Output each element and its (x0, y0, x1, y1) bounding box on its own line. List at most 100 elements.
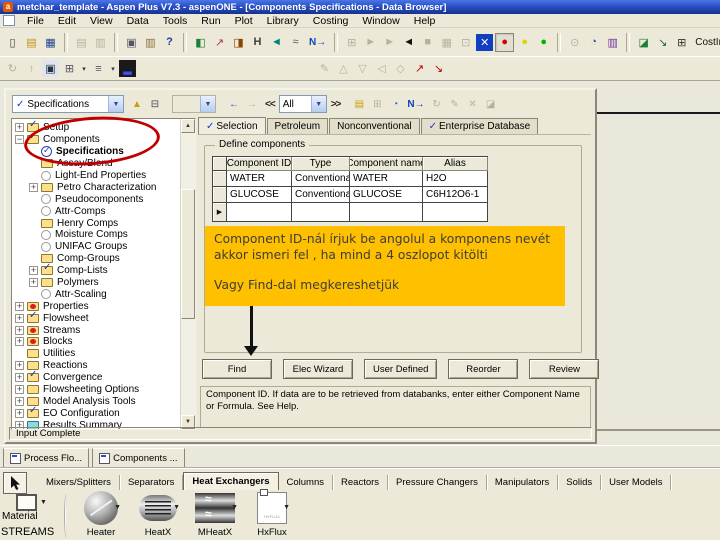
toolbar-icon[interactable]: ◧ (192, 34, 209, 51)
library-tab[interactable]: Pressure Changers (388, 475, 487, 490)
toolbar-icon[interactable]: ◇ (392, 60, 409, 77)
tree-item[interactable]: Pseudocomponents (12, 193, 180, 205)
toolbar-icon[interactable]: ◨ (230, 34, 247, 51)
library-tab[interactable]: Manipulators (487, 475, 559, 490)
menu-item[interactable]: View (83, 15, 120, 27)
cell-component-id[interactable] (227, 203, 292, 222)
cell-type[interactable]: Conventional (292, 187, 350, 203)
toolbar-icon[interactable]: ▽ (354, 60, 371, 77)
tree-expander-icon[interactable] (15, 313, 24, 323)
toolbar-icon[interactable]: ▣ (123, 34, 140, 51)
toolbar-icon[interactable]: ▯ (4, 34, 21, 51)
tree-item[interactable]: Convergence (12, 369, 180, 384)
toolbar-icon[interactable]: ⊞ (673, 34, 690, 51)
toolbar-icon[interactable]: ▥ (92, 34, 109, 51)
toolbar-icon[interactable]: ⊙ (566, 34, 583, 51)
window-tab[interactable]: Components ... (92, 448, 185, 468)
menu-item[interactable]: Window (355, 15, 406, 27)
toolbar-icon[interactable]: ▾ (109, 60, 117, 77)
toolbar-icon[interactable]: ◄ (400, 34, 417, 51)
action-button[interactable]: User Defined (364, 359, 438, 379)
cell-type[interactable] (292, 203, 350, 222)
library-tab[interactable]: Columns (279, 475, 334, 490)
toolbar-icon[interactable]: ◄ (268, 34, 285, 51)
toolbar-icon[interactable]: ▤ (351, 96, 367, 112)
sheet-tab[interactable]: ✓ Enterprise Database (420, 118, 539, 135)
chevron-down-icon[interactable]: ▼ (283, 504, 290, 511)
toolbar-icon[interactable]: ✎ (447, 96, 463, 112)
tree-expander-icon[interactable] (15, 337, 24, 347)
tree-item[interactable]: Comp-Lists (12, 262, 180, 277)
toolbar-icon[interactable]: CostIn (692, 34, 720, 51)
action-button[interactable]: Elec Wizard (283, 359, 353, 379)
toolbar-icon[interactable]: ↻ (429, 96, 445, 112)
tree-item[interactable]: Flowsheeting Options (12, 384, 180, 396)
chevron-down-icon[interactable]: ▼ (173, 504, 180, 511)
cell-component-name[interactable] (350, 203, 423, 222)
column-header[interactable]: Component ID (227, 157, 292, 171)
tree-scrollbar[interactable]: ▲ ▼ (180, 119, 195, 429)
model-item[interactable]: ▼ Heater (74, 490, 128, 538)
toolbar-icon[interactable]: ? (161, 34, 178, 51)
streams-selector[interactable]: ▼ Material STREAMS (0, 491, 62, 540)
tree-item[interactable]: EO Configuration (12, 405, 180, 419)
chevron-down-icon[interactable]: ▼ (231, 504, 238, 511)
toolbar-icon[interactable]: ▤ (23, 34, 40, 51)
toolbar-icon[interactable]: ▂ (119, 60, 136, 77)
cell-component-id[interactable]: GLUCOSE (227, 187, 292, 203)
sheet-tab[interactable]: ✓ Petroleum (266, 118, 329, 135)
toolbar-icon[interactable]: ◔ (585, 34, 602, 51)
cell-type[interactable]: Conventional (292, 171, 350, 187)
menu-item[interactable]: Costing (306, 15, 356, 27)
toolbar-icon[interactable]: H (249, 34, 266, 51)
cell-alias[interactable] (423, 203, 488, 222)
toolbar-icon[interactable]: ◪ (635, 34, 652, 51)
model-icon[interactable]: ▼ (84, 490, 121, 526)
tree-expander-icon[interactable] (15, 396, 24, 406)
tree-item[interactable]: Moisture Comps (12, 229, 180, 241)
toolbar-icon[interactable]: ≈ (287, 34, 304, 51)
prev-sheet-button[interactable]: << (261, 99, 279, 110)
column-header[interactable]: Type (292, 157, 350, 171)
tree-item[interactable]: Attr-Comps (12, 205, 180, 217)
toolbar-icon[interactable]: ▣ (42, 60, 59, 77)
column-header[interactable]: Component name (350, 157, 423, 171)
toolbar-icon[interactable] (557, 32, 562, 52)
scroll-up-icon[interactable]: ▲ (181, 119, 195, 133)
material-stream-icon[interactable] (16, 494, 37, 511)
toolbar-icon[interactable]: ✕ (465, 96, 481, 112)
toolbar-icon[interactable]: ✕ (476, 33, 494, 51)
model-item[interactable]: HXFLUX ▼ HxFlux (245, 489, 299, 538)
tree-expander-icon[interactable] (15, 408, 24, 418)
toolbar-icon[interactable]: ⊟ (147, 96, 163, 112)
navigation-dropdown[interactable]: ✓ Specifications ▼ (12, 95, 124, 113)
toolbar-icon[interactable]: ≡ (90, 60, 107, 77)
sheet-tab[interactable]: ✓ Nonconventional (329, 118, 420, 135)
cell-component-name[interactable]: GLUCOSE (350, 187, 423, 203)
toolbar-icon[interactable]: ▥ (604, 34, 621, 51)
toolbar-icon[interactable]: ► (362, 34, 379, 51)
next-sheet-button[interactable]: >> (327, 99, 345, 110)
action-button[interactable]: Reorder (448, 359, 519, 379)
tree-item[interactable]: Henry Comps (12, 217, 180, 229)
tree-expander-icon[interactable] (15, 123, 24, 133)
model-icon[interactable]: ▼ (139, 490, 180, 526)
cell-alias[interactable]: H2O (423, 171, 488, 187)
model-icon[interactable]: ▼ (195, 490, 238, 526)
library-tab[interactable]: Mixers/Splitters (38, 475, 120, 490)
tree-expander-icon[interactable] (15, 361, 24, 371)
cell-alias[interactable]: C6H12O6-1 (423, 187, 488, 203)
action-button[interactable]: Review (529, 359, 600, 379)
tree-expander-icon[interactable] (15, 385, 24, 395)
toolbar-icon[interactable] (183, 32, 187, 52)
column-header[interactable]: Alias (423, 157, 488, 171)
tree-item[interactable]: Streams (12, 324, 180, 336)
toolbar-icon[interactable]: ◔ (387, 96, 403, 112)
menu-item[interactable]: File (20, 15, 51, 27)
toolbar-icon[interactable] (64, 32, 68, 52)
library-tab[interactable]: User Models (601, 475, 672, 490)
library-tab[interactable]: Heat Exchangers (183, 472, 279, 490)
row-selector[interactable] (213, 203, 227, 222)
library-tab[interactable]: Reactors (333, 475, 389, 490)
tree-expander-icon[interactable] (15, 373, 24, 383)
